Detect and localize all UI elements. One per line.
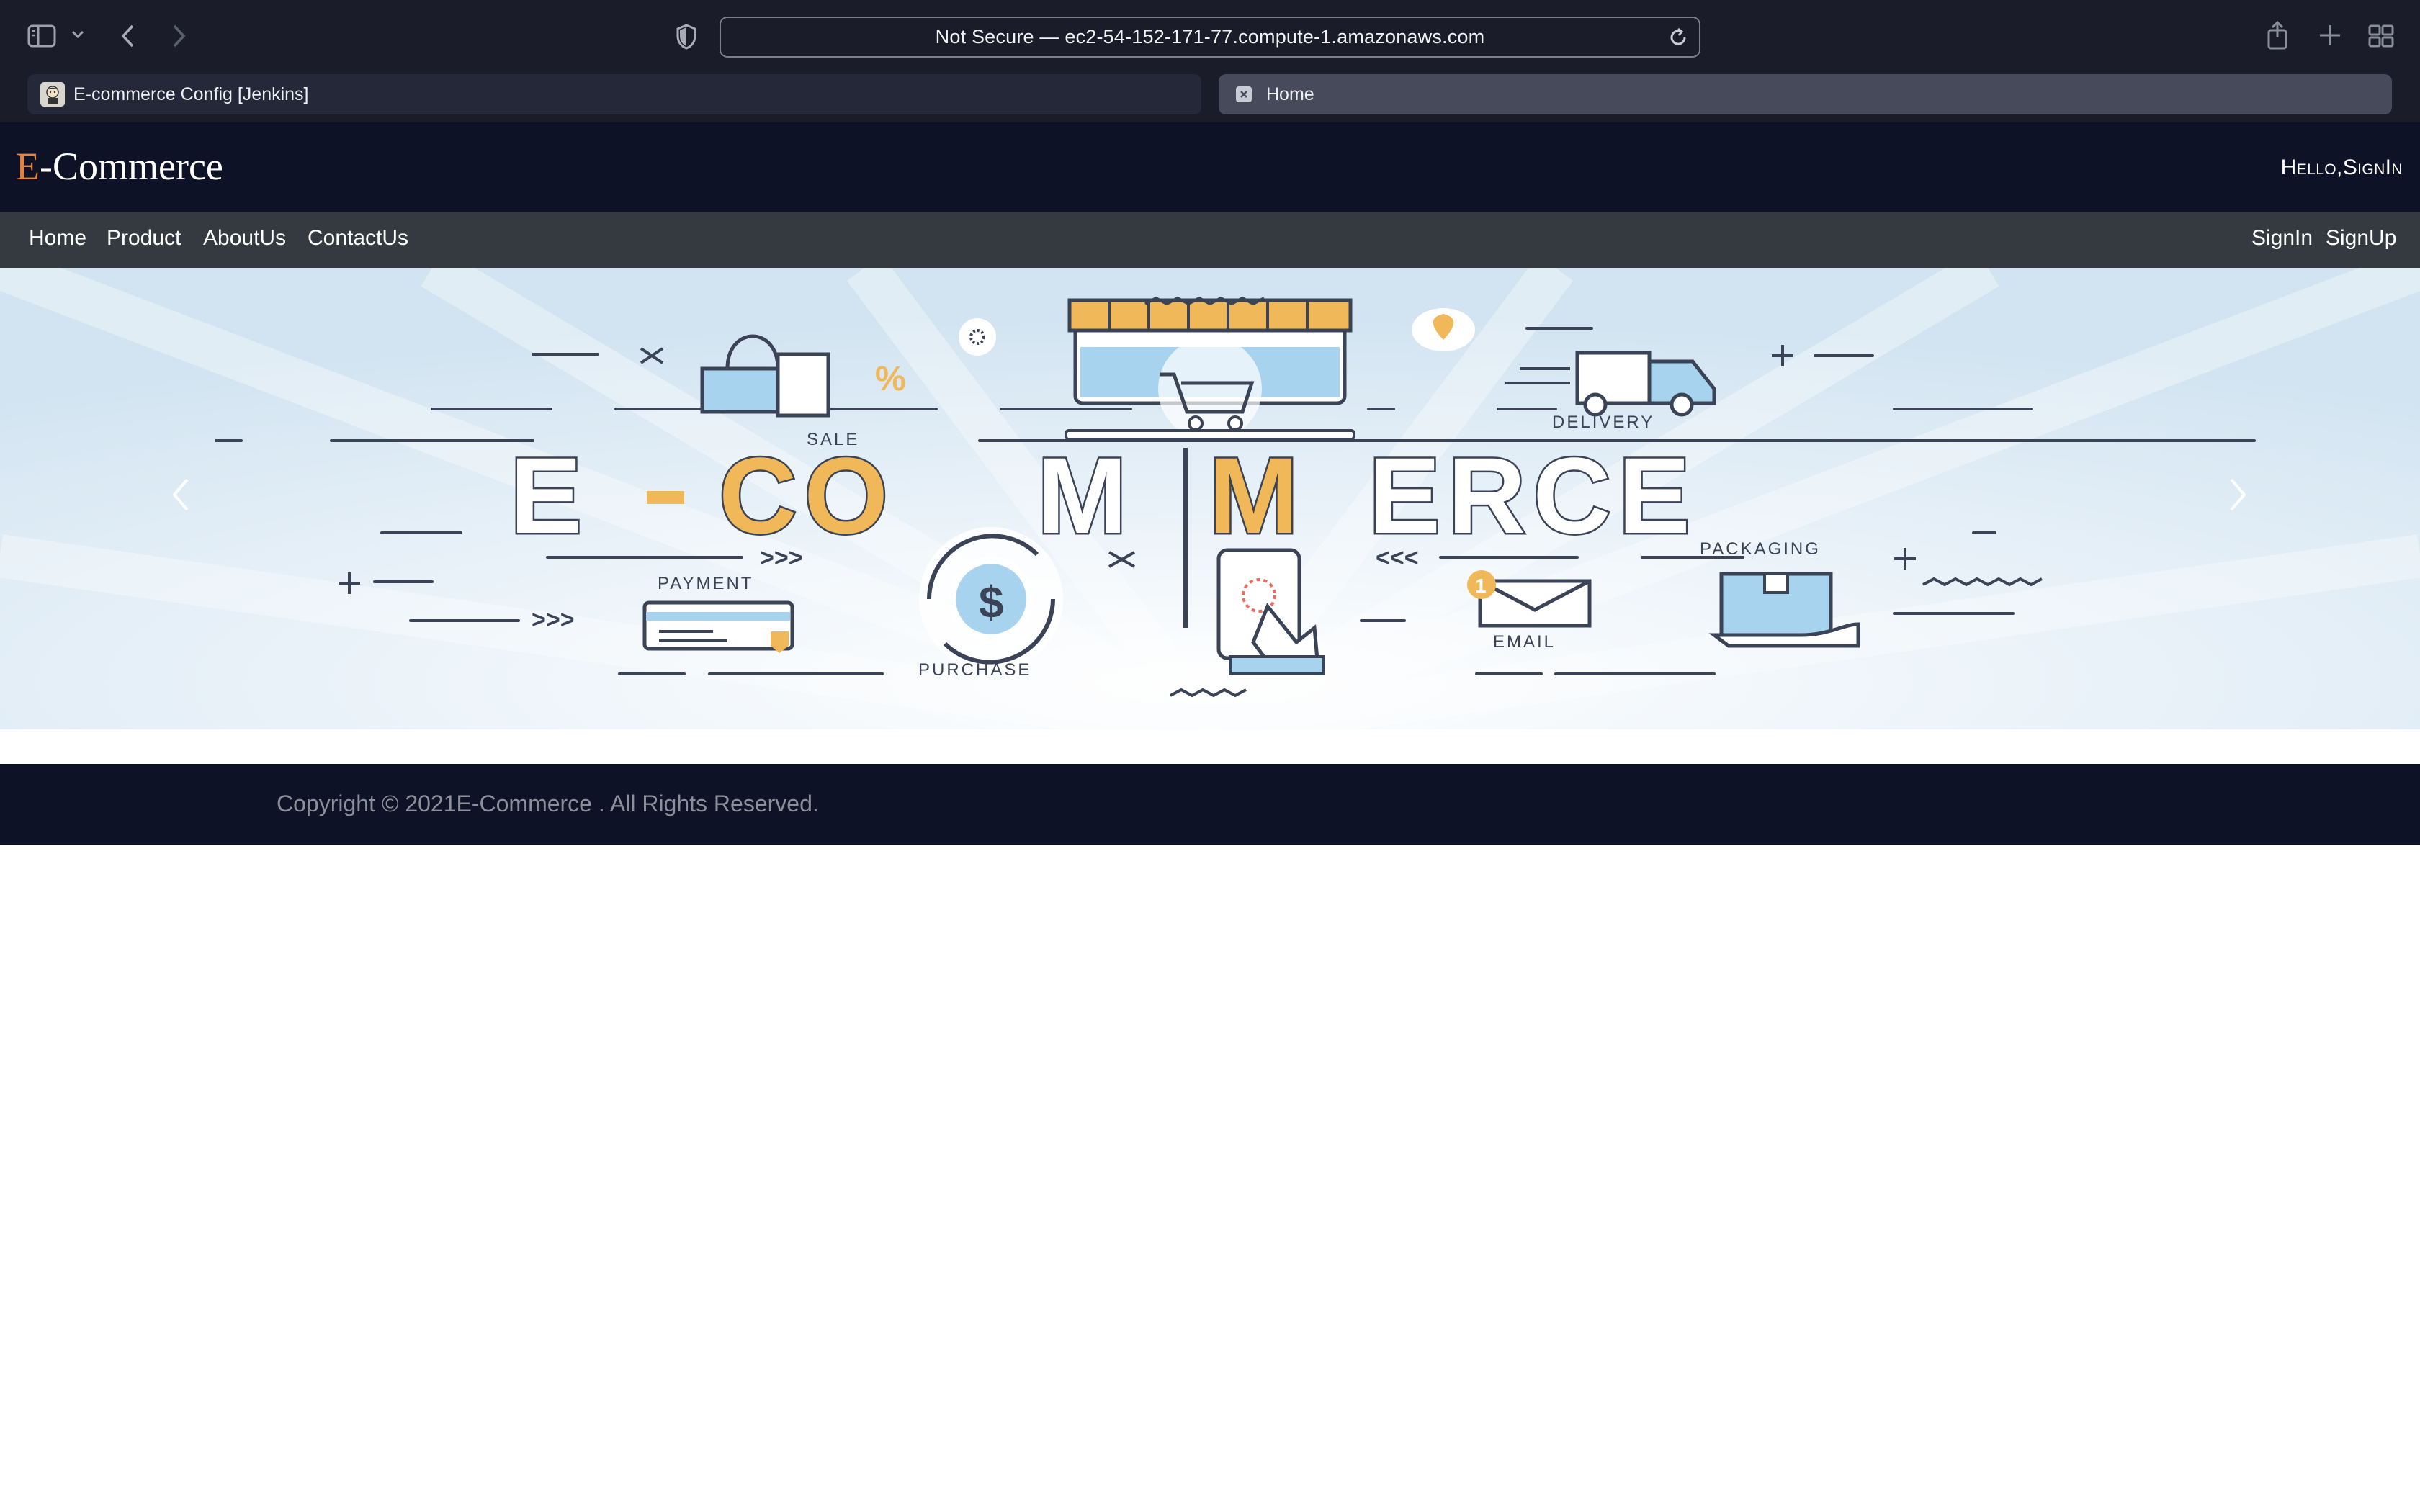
banner-letters-co: CO bbox=[719, 435, 895, 556]
new-tab-icon[interactable] bbox=[2318, 23, 2342, 48]
label-email: EMAIL bbox=[1493, 632, 1556, 652]
copyright-text: Copyright © 2021E-Commerce . All Rights … bbox=[277, 791, 819, 816]
purchase-coin-icon: $ bbox=[919, 527, 1063, 671]
ecommerce-banner-illustration: E CO M M ERCE % $ 1 >>> >>> <<< SALE DEL… bbox=[0, 268, 2420, 729]
site-footer: Copyright © 2021E-Commerce . All Rights … bbox=[0, 764, 2420, 845]
label-payment: PAYMENT bbox=[658, 574, 753, 593]
chevron-left-icon bbox=[172, 478, 189, 511]
credit-card-icon bbox=[642, 600, 794, 653]
site-header: E-Commerce Hello,SignIn bbox=[0, 122, 2420, 212]
percent-sign: % bbox=[875, 360, 906, 398]
tab-label: E-commerce Config [Jenkins] bbox=[73, 84, 309, 104]
shield-icon[interactable] bbox=[675, 23, 698, 50]
label-packaging: PACKAGING bbox=[1700, 539, 1821, 559]
location-pin-icon bbox=[1412, 308, 1475, 351]
forward-icon[interactable] bbox=[170, 23, 187, 49]
tab-home[interactable]: Home bbox=[1219, 74, 2392, 114]
back-icon[interactable] bbox=[120, 23, 137, 49]
share-icon[interactable] bbox=[2264, 20, 2290, 50]
brand-logo[interactable]: E-Commerce bbox=[16, 144, 223, 189]
tab-overview-icon[interactable] bbox=[2368, 24, 2394, 48]
chevron-down-icon[interactable] bbox=[71, 29, 85, 40]
nav-home-link[interactable]: Home bbox=[29, 226, 86, 251]
hero-carousel: E CO M M ERCE % $ 1 >>> >>> <<< SALE DEL… bbox=[0, 268, 2420, 729]
sidebar-toggle-icon[interactable] bbox=[27, 24, 56, 48]
tab-jenkins[interactable]: E-commerce Config [Jenkins] bbox=[27, 74, 1201, 114]
logo-text: -Commerce bbox=[40, 145, 223, 188]
label-purchase: PURCHASE bbox=[918, 660, 1031, 680]
banner-letter-m: M bbox=[1209, 435, 1306, 556]
chevron-right-icon bbox=[2230, 478, 2246, 511]
url-text: Not Secure — ec2-54-152-171-77.compute-1… bbox=[935, 26, 1485, 48]
dollar-sign: $ bbox=[979, 578, 1003, 628]
banner-letter-m: M bbox=[1037, 435, 1134, 556]
greeting-text: Hello,SignIn bbox=[2280, 156, 2403, 179]
banner-letter-e: E bbox=[510, 435, 589, 556]
main-navbar: Home Product AboutUs ContactUs SignIn Si… bbox=[0, 212, 2420, 268]
logo-letter: E bbox=[16, 145, 40, 188]
arrows-right: >>> bbox=[532, 606, 575, 634]
nav-signin-link[interactable]: SignIn bbox=[2251, 226, 2313, 251]
arrows-right: >>> bbox=[760, 544, 803, 572]
address-bar[interactable]: Not Secure — ec2-54-152-171-77.compute-1… bbox=[720, 17, 1700, 58]
jenkins-favicon-icon bbox=[40, 82, 65, 107]
arrows-left: <<< bbox=[1376, 544, 1419, 572]
close-tab-icon[interactable] bbox=[1236, 86, 1252, 102]
nav-aboutus-link[interactable]: AboutUs bbox=[203, 226, 286, 251]
reload-icon[interactable] bbox=[1667, 27, 1689, 52]
browser-chrome: Not Secure — ec2-54-152-171-77.compute-1… bbox=[0, 0, 2420, 122]
label-delivery: DELIVERY bbox=[1552, 413, 1654, 432]
nav-signup-link[interactable]: SignUp bbox=[2326, 226, 2396, 251]
banner-letters-erce: ERCE bbox=[1368, 435, 1698, 556]
label-sale: SALE bbox=[807, 430, 859, 449]
nav-product-link[interactable]: Product bbox=[107, 226, 181, 251]
nav-contactus-link[interactable]: ContactUs bbox=[308, 226, 408, 251]
email-badge-count: 1 bbox=[1475, 575, 1487, 597]
tab-label: Home bbox=[1266, 84, 1314, 104]
